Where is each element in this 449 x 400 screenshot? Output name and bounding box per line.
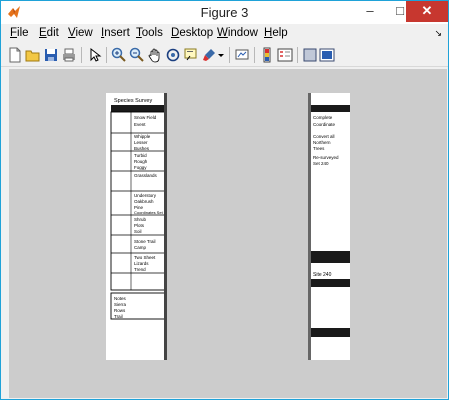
form-note: Coordinates Set xyxy=(134,210,164,215)
zoom-in-icon[interactable] xyxy=(111,47,127,63)
form-heading: Species Survey xyxy=(114,98,152,104)
toolbar-separator xyxy=(229,47,230,63)
form-note: Lizards xyxy=(134,261,149,266)
form-note: Site 240 xyxy=(313,272,332,278)
form-note: Plots xyxy=(134,223,145,228)
form-note: Rough xyxy=(134,159,148,164)
form-note: Whipple xyxy=(134,134,151,139)
form-note: Bushes xyxy=(134,146,150,151)
form-note: Re-surveyed xyxy=(313,155,339,160)
insert-colorbar-icon[interactable] xyxy=(259,47,275,63)
form-note: Camp xyxy=(134,245,147,250)
form-note: Rows xyxy=(114,308,126,313)
toolbar-separator xyxy=(81,47,82,63)
close-icon: ✕ xyxy=(421,3,433,18)
toolbar-separator xyxy=(297,47,298,63)
form-note: Complete xyxy=(313,115,333,120)
form-edge-shadow xyxy=(164,93,167,360)
form-note: Turbid xyxy=(134,153,147,158)
figure-window: Figure 3 – □ ✕ File Edit View Insert Too… xyxy=(0,0,449,400)
minimize-icon: – xyxy=(366,3,374,18)
figure-toolbar xyxy=(1,44,448,67)
form-note: Set 240 xyxy=(313,161,329,166)
menu-view[interactable]: View xyxy=(68,27,93,39)
form-note: Notes xyxy=(114,296,127,301)
form-note: Soil xyxy=(134,229,142,234)
hide-plot-tools-icon[interactable] xyxy=(302,47,318,63)
form-note: Snow Field xyxy=(134,115,157,120)
form-note: Northern xyxy=(313,140,331,145)
scanned-form-image: Species Survey Snow Field Event Whipple … xyxy=(106,93,167,360)
pointer-icon[interactable] xyxy=(87,47,103,63)
form-header-band xyxy=(111,105,165,112)
brush-dropdown-icon[interactable] xyxy=(217,47,225,63)
scanned-form-image: Complete Coordinate Convert all Northern… xyxy=(308,93,350,360)
link-plot-icon[interactable] xyxy=(234,47,250,63)
menu-bar: File Edit View Insert Tools Desktop Wind… xyxy=(1,24,448,44)
menu-edit[interactable]: Edit xyxy=(39,27,59,39)
form-note: Coordinate xyxy=(313,122,336,127)
form-note: Trend xyxy=(134,267,146,272)
form-footer-band xyxy=(308,328,350,337)
form-note: Shrub xyxy=(134,217,147,222)
insert-legend-icon[interactable] xyxy=(277,47,293,63)
form-note: Foggy xyxy=(134,165,147,170)
menu-file[interactable]: File xyxy=(10,27,29,39)
close-button[interactable]: ✕ xyxy=(406,1,448,22)
form-note: Oakbrush xyxy=(134,199,154,204)
menu-desktop[interactable]: Desktop xyxy=(171,27,213,39)
brush-icon[interactable] xyxy=(201,47,217,63)
pan-icon[interactable] xyxy=(147,47,163,63)
form-header-band xyxy=(308,105,350,112)
menu-insert[interactable]: Insert xyxy=(101,27,130,39)
form-note: Two Sheet xyxy=(134,255,156,260)
show-plot-tools-icon[interactable] xyxy=(319,47,335,63)
form-note: Stone Trail xyxy=(134,239,156,244)
form-note: Convert all xyxy=(313,134,335,139)
maximize-icon: □ xyxy=(396,3,404,18)
menu-help[interactable]: Help xyxy=(264,27,288,39)
form-note: Trail xyxy=(114,314,123,319)
scanned-form-left: Species Survey Snow Field Event Whipple … xyxy=(110,93,167,360)
form-note: Trees xyxy=(313,146,325,151)
data-cursor-icon[interactable] xyxy=(183,47,199,63)
figure-canvas[interactable]: Species Survey Snow Field Event Whipple … xyxy=(9,69,447,398)
minimize-button[interactable]: – xyxy=(355,1,385,22)
menu-window[interactable]: Window xyxy=(217,27,258,39)
form-note: Event xyxy=(134,122,146,127)
print-icon[interactable] xyxy=(61,47,77,63)
zoom-out-icon[interactable] xyxy=(129,47,145,63)
form-note: Understory xyxy=(134,193,157,198)
new-figure-icon[interactable] xyxy=(7,47,23,63)
rotate-3d-icon[interactable] xyxy=(165,47,181,63)
form-divider-band xyxy=(308,251,350,263)
title-bar: Figure 3 – □ ✕ xyxy=(1,1,448,24)
form-note: Sierra xyxy=(114,302,127,307)
form-note: Lesser xyxy=(134,140,148,145)
dock-arrow-icon[interactable]: ↘ xyxy=(434,28,442,39)
save-icon[interactable] xyxy=(43,47,59,63)
form-edge-shadow xyxy=(308,93,311,360)
form-note: Grasslands xyxy=(134,173,158,178)
toolbar-separator xyxy=(106,47,107,63)
scanned-form-right: Complete Coordinate Convert all Northern… xyxy=(308,93,350,360)
menu-tools[interactable]: Tools xyxy=(136,27,163,39)
open-file-icon[interactable] xyxy=(25,47,41,63)
toolbar-separator xyxy=(254,47,255,63)
form-divider-band xyxy=(308,279,350,287)
